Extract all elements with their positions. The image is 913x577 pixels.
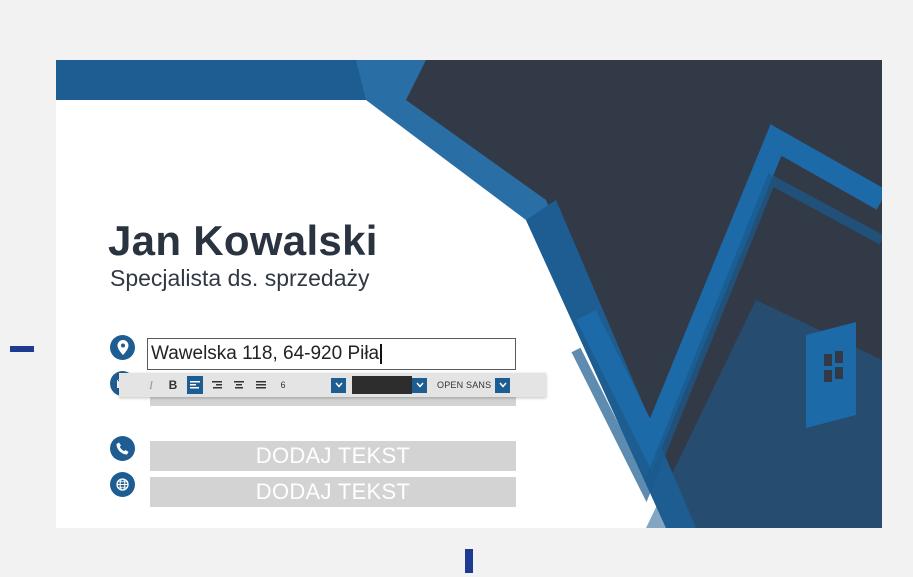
left-guide-marker: [10, 346, 34, 352]
editor-canvas: Jan Kowalski Specjalista ds. sprzedaży W…: [0, 0, 913, 577]
address-text-input[interactable]: Wawelska 118, 64-920 Piła: [147, 338, 516, 370]
business-card: Jan Kowalski Specjalista ds. sprzedaży W…: [56, 60, 882, 528]
align-left-icon: [190, 381, 200, 389]
job-title-text[interactable]: Specjalista ds. sprzedaży: [110, 265, 370, 292]
bold-button[interactable]: B: [165, 376, 181, 394]
website-text-field[interactable]: DODAJ TEKST: [150, 477, 516, 507]
align-justify-icon: [256, 381, 266, 389]
align-right-icon: [212, 381, 222, 389]
name-text[interactable]: Jan Kowalski: [108, 217, 378, 265]
address-text: Wawelska 118, 64-920 Piła: [151, 343, 380, 364]
globe-icon: [110, 472, 135, 497]
font-family-dropdown-button[interactable]: [495, 377, 511, 393]
chevron-down-icon: [334, 382, 343, 388]
chevron-down-icon: [415, 382, 424, 388]
font-family-label[interactable]: OPEN SANS: [437, 380, 491, 390]
align-right-button[interactable]: [209, 376, 225, 394]
location-pin-icon: [110, 335, 135, 360]
color-dropdown-button[interactable]: [412, 377, 427, 393]
phone-icon: [110, 436, 135, 461]
text-color-swatch[interactable]: [352, 376, 412, 394]
text-caret: [380, 344, 383, 364]
text-format-toolbar: I B 6 OPEN SANS: [119, 373, 546, 397]
font-size-value[interactable]: 6: [275, 376, 291, 394]
align-left-button[interactable]: [187, 376, 203, 394]
phone-text-field[interactable]: DODAJ TEKST: [150, 441, 516, 471]
chevron-down-icon: [499, 382, 507, 388]
align-justify-button[interactable]: [253, 376, 269, 394]
align-center-button[interactable]: [231, 376, 247, 394]
bottom-guide-marker: [465, 549, 473, 573]
align-center-icon: [234, 381, 244, 389]
italic-button[interactable]: I: [143, 376, 159, 394]
font-size-dropdown-button[interactable]: [331, 377, 346, 393]
